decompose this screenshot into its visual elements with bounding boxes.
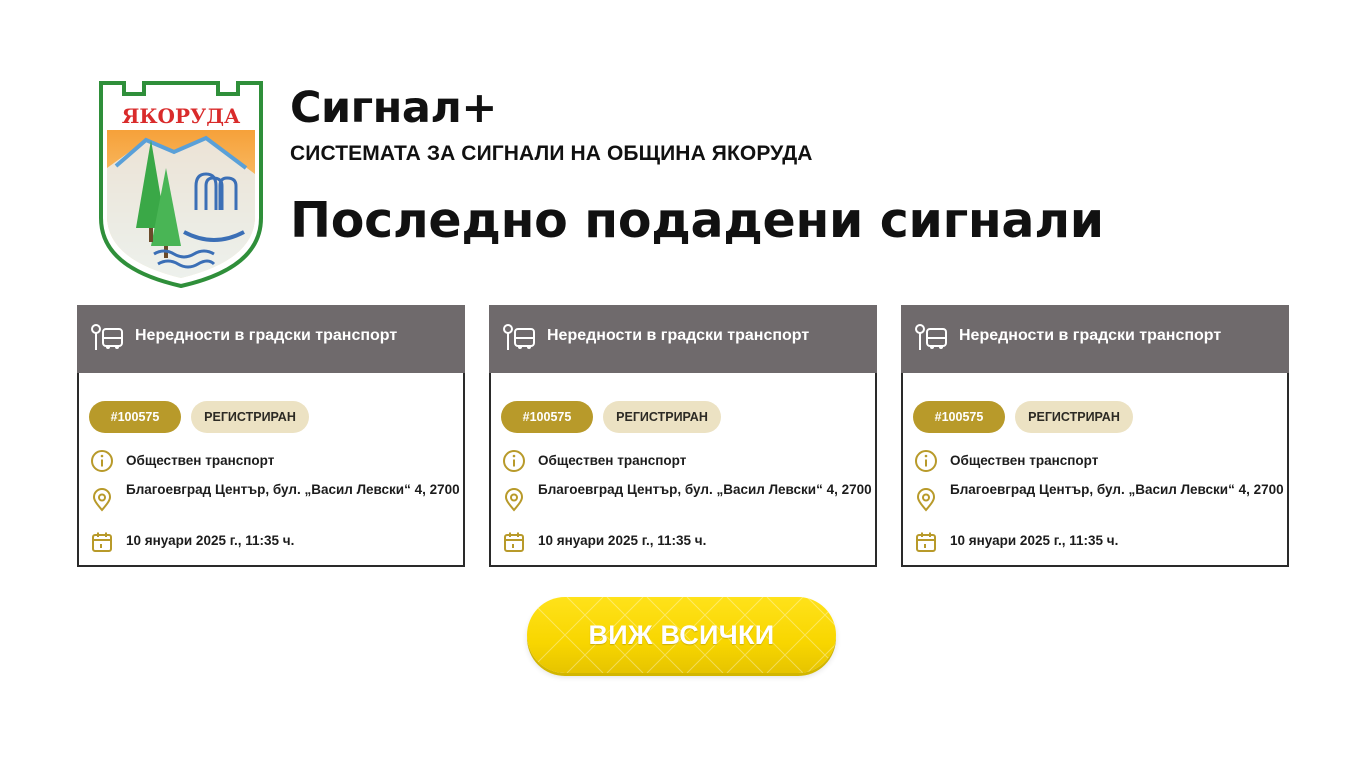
signal-card[interactable]: Нередности в градски транспорт #100575 Р… [77, 305, 465, 567]
signal-date: 10 януари 2025 г., 11:35 ч. [126, 533, 295, 548]
signal-date: 10 януари 2025 г., 11:35 ч. [538, 533, 707, 548]
view-all-label: ВИЖ ВСИЧКИ [588, 619, 775, 650]
location-pin-icon [916, 488, 936, 512]
signal-type: Обществен транспорт [950, 453, 1099, 468]
app-title: Сигнал+ [290, 83, 497, 133]
info-icon [503, 450, 525, 472]
svg-text:ЯКОРУДА: ЯКОРУДА [122, 104, 241, 128]
location-pin-icon [504, 488, 524, 512]
bus-stop-icon [915, 324, 947, 350]
card-category: Нередности в градски транспорт [959, 327, 1222, 344]
signal-address: Благоевград Център, бул. „Васил Левски“ … [950, 482, 1284, 497]
card-header: Нередности в градски транспорт [489, 305, 877, 373]
card-header: Нередности в градски транспорт [77, 305, 465, 373]
status-badge: РЕГИСТРИРАН [603, 401, 721, 433]
app-subtitle: СИСТЕМАТА ЗА СИГНАЛИ НА ОБЩИНА ЯКОРУДА [290, 142, 813, 165]
signal-id-badge: #100575 [913, 401, 1005, 433]
section-title: Последно подадени сигнали [290, 192, 1104, 249]
bus-stop-icon [503, 324, 535, 350]
signal-card[interactable]: Нередности в градски транспорт #100575 Р… [901, 305, 1289, 567]
signal-id-badge: #100575 [501, 401, 593, 433]
signal-address: Благоевград Център, бул. „Васил Левски“ … [126, 482, 460, 497]
bus-stop-icon [91, 324, 123, 350]
status-badge: РЕГИСТРИРАН [191, 401, 309, 433]
card-header: Нередности в градски транспорт [901, 305, 1289, 373]
status-badge: РЕГИСТРИРАН [1015, 401, 1133, 433]
calendar-icon [92, 532, 112, 552]
signal-id-badge: #100575 [89, 401, 181, 433]
card-category: Нередности в градски транспорт [547, 327, 810, 344]
signals-list: Нередности в градски транспорт #100575 Р… [0, 305, 1366, 568]
signal-address: Благоевград Център, бул. „Васил Левски“ … [538, 482, 872, 497]
municipality-logo: ЯКОРУДА [96, 78, 266, 290]
calendar-icon [916, 532, 936, 552]
signal-card[interactable]: Нередности в градски транспорт #100575 Р… [489, 305, 877, 567]
signal-type: Обществен транспорт [538, 453, 687, 468]
calendar-icon [504, 532, 524, 552]
signal-type: Обществен транспорт [126, 453, 275, 468]
card-category: Нередности в градски транспорт [135, 327, 398, 344]
info-icon [91, 450, 113, 472]
location-pin-icon [92, 488, 112, 512]
info-icon [915, 450, 937, 472]
view-all-button[interactable]: ВИЖ ВСИЧКИ [527, 597, 836, 673]
signal-date: 10 януари 2025 г., 11:35 ч. [950, 533, 1119, 548]
